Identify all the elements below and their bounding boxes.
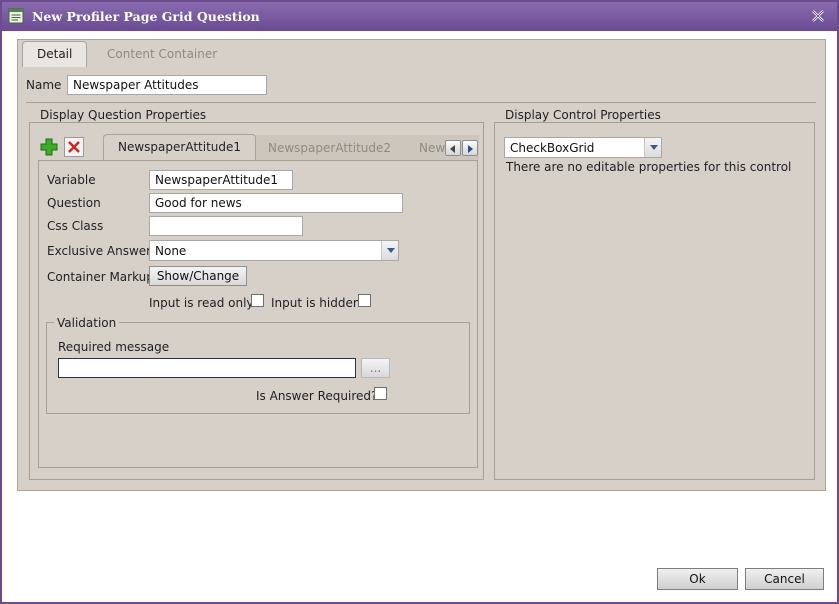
variable-input[interactable] — [149, 170, 293, 190]
form-icon — [8, 8, 24, 24]
main-panel: Detail Content Container Name Display Qu… — [17, 39, 826, 491]
tab-content-container[interactable]: Content Container — [93, 42, 231, 68]
divider — [26, 102, 816, 103]
ok-button[interactable]: Ok — [657, 568, 738, 590]
cancel-button[interactable]: Cancel — [745, 568, 824, 590]
validation-legend: Validation — [54, 316, 120, 330]
title-bar: New Profiler Page Grid Question — [2, 2, 837, 31]
question-input[interactable] — [149, 193, 403, 213]
css-class-input[interactable] — [149, 216, 303, 236]
display-control-group — [494, 122, 815, 480]
hidden-label: Input is hidden — [271, 296, 361, 310]
exclusive-answer-select[interactable]: None — [149, 240, 399, 261]
question-label: Question — [47, 196, 101, 210]
required-message-label: Required message — [58, 340, 170, 354]
tab-scroll-left-button[interactable] — [445, 140, 461, 156]
tab-scroll-right-button[interactable] — [462, 140, 478, 156]
required-message-input[interactable] — [58, 358, 356, 378]
question-tab-2[interactable]: NewspaperAttitude2 — [254, 136, 405, 162]
question-tab-1[interactable]: NewspaperAttitude1 — [103, 134, 257, 160]
container-markup-label: Container Markup — [47, 270, 154, 284]
read-only-checkbox[interactable] — [251, 294, 264, 307]
chevron-down-icon[interactable] — [381, 241, 398, 260]
read-only-label: Input is read only — [149, 296, 254, 310]
question-tab-1-label: NewspaperAttitude1 — [118, 140, 242, 154]
question-tab-3[interactable]: Newsp — [405, 136, 445, 162]
question-tab-2-label: NewspaperAttitude2 — [268, 141, 392, 155]
display-question-legend: Display Question Properties — [37, 108, 210, 122]
variable-label: Variable — [47, 173, 96, 187]
display-control-legend: Display Control Properties — [502, 108, 664, 122]
no-properties-text: There are no editable properties for thi… — [506, 160, 792, 174]
ellipsis-button[interactable]: ... — [361, 358, 390, 378]
exclusive-answer-label: Exclusive Answer — [47, 244, 152, 258]
close-icon[interactable] — [811, 9, 825, 23]
question-tab-3-label: Newsp — [419, 141, 445, 155]
control-type-select[interactable]: CheckBoxGrid — [504, 137, 662, 158]
control-type-value: CheckBoxGrid — [510, 141, 595, 155]
name-label: Name — [26, 78, 62, 92]
exclusive-answer-value: None — [155, 244, 187, 258]
name-input[interactable] — [67, 75, 267, 95]
is-required-checkbox[interactable] — [374, 387, 387, 400]
show-change-button[interactable]: Show/Change — [149, 266, 247, 286]
delete-icon[interactable] — [64, 137, 84, 157]
hidden-checkbox[interactable] — [358, 294, 371, 307]
tab-detail[interactable]: Detail — [22, 41, 88, 67]
css-class-label: Css Class — [47, 219, 104, 233]
add-icon[interactable] — [39, 137, 59, 157]
tab-detail-label: Detail — [37, 47, 73, 61]
window-title: New Profiler Page Grid Question — [32, 9, 260, 24]
tab-content-container-label: Content Container — [107, 47, 218, 61]
dialog-window: New Profiler Page Grid Question Detail C… — [0, 0, 839, 604]
chevron-down-icon[interactable] — [644, 138, 661, 157]
is-required-label: Is Answer Required? — [256, 389, 378, 403]
